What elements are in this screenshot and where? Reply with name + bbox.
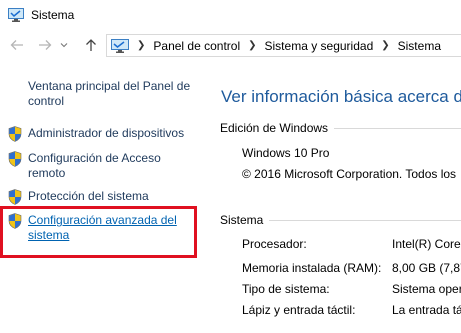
sidebar-item-remote-access[interactable]: Configuración de Acceso remoto (8, 151, 188, 181)
window-title: Sistema (31, 8, 75, 22)
highlight-box (0, 206, 197, 258)
up-arrow-icon (85, 38, 97, 52)
section-title: Sistema (220, 213, 264, 227)
back-button[interactable] (8, 34, 26, 56)
windows-edition: Windows 10 Pro (242, 146, 330, 160)
chevron-right-icon[interactable]: ❯ (137, 40, 145, 51)
up-button[interactable] (82, 34, 100, 56)
recent-locations-button[interactable] (58, 34, 70, 56)
spec-value: Sistema oper (392, 282, 461, 296)
navigation-bar: ❯ Panel de control ❯ Sistema y seguridad… (0, 34, 461, 58)
divider (334, 127, 461, 129)
uac-shield-icon (8, 126, 22, 142)
breadcrumb-item-system-security[interactable]: Sistema y seguridad (265, 39, 374, 53)
uac-shield-icon (8, 151, 22, 167)
spec-label: Tipo de sistema: (242, 282, 330, 296)
divider (269, 219, 461, 221)
spec-label: Lápiz y entrada táctil: (242, 303, 356, 317)
uac-shield-icon (8, 189, 22, 205)
main-content: Ver información básica acerca del e Edic… (205, 58, 461, 333)
section-header-system: Sistema (220, 213, 461, 227)
system-monitor-icon (8, 8, 24, 22)
spec-value: La entrada tá (392, 303, 461, 317)
sidebar-item-label: Protección del sistema (28, 189, 149, 203)
back-arrow-icon (10, 39, 24, 51)
spec-value: 8,00 GB (7,87 (392, 261, 461, 275)
chevron-right-icon[interactable]: ❯ (381, 40, 389, 51)
title-bar: Sistema (0, 0, 461, 32)
sidebar: Ventana principal del Panel de control A… (0, 58, 205, 333)
section-header-edition: Edición de Windows (220, 121, 461, 135)
spec-label: Procesador: (242, 237, 307, 251)
page-title: Ver información básica acerca del e (221, 87, 461, 106)
control-panel-icon (111, 38, 129, 53)
chevron-down-icon (60, 42, 68, 48)
control-panel-home-link[interactable]: Ventana principal del Panel de control (28, 79, 200, 109)
spec-label: Memoria instalada (RAM): (242, 261, 382, 275)
sidebar-item-system-protection[interactable]: Protección del sistema (8, 189, 188, 205)
forward-arrow-icon (38, 39, 52, 51)
section-title: Edición de Windows (220, 121, 329, 135)
breadcrumb-item-system[interactable]: Sistema (398, 39, 441, 53)
address-bar[interactable]: ❯ Panel de control ❯ Sistema y seguridad… (106, 34, 461, 57)
sidebar-item-label: Administrador de dispositivos (28, 126, 185, 140)
breadcrumb-item-control-panel[interactable]: Panel de control (153, 39, 240, 53)
spec-value: Intel(R) Core( (392, 237, 461, 251)
sidebar-item-device-manager[interactable]: Administrador de dispositivos (8, 126, 188, 142)
sidebar-item-label: Configuración de Acceso remoto (28, 151, 161, 180)
chevron-right-icon[interactable]: ❯ (248, 40, 256, 51)
forward-button[interactable] (36, 34, 54, 56)
copyright-text: © 2016 Microsoft Corporation. Todos los (242, 167, 457, 181)
